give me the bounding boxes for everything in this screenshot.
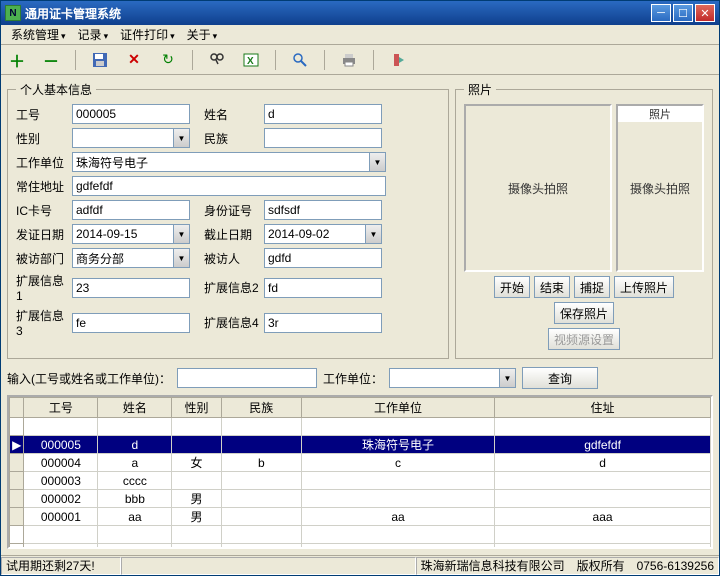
input-addr[interactable] — [72, 176, 386, 196]
label-sex: 性别 — [16, 130, 68, 147]
input-ext3[interactable] — [72, 313, 190, 333]
col-header[interactable]: 姓名 — [98, 398, 172, 418]
label-workunit: 工作单位 — [16, 154, 68, 171]
maximize-button[interactable]: ☐ — [673, 4, 693, 22]
label-name: 姓名 — [204, 106, 260, 123]
input-ext4[interactable] — [264, 313, 382, 333]
minimize-button[interactable]: ─ — [651, 4, 671, 22]
toolbar: ＋ － ✕ ↻ X — [1, 45, 719, 75]
cancel-icon[interactable]: ✕ — [124, 50, 144, 70]
input-idno[interactable] — [264, 200, 382, 220]
label-ext1: 扩展信息1 — [16, 272, 68, 303]
photo-preview: 摄像头拍照 — [464, 104, 612, 272]
table-row[interactable]: 000001aa男aaaaa — [10, 508, 711, 526]
menubar: 系统管理▾ 记录▾ 证件打印▾ 关于▾ — [1, 25, 719, 45]
form-fieldset: 个人基本信息 工号 姓名 性别 ▼ 民族 工作单位 ▼ — [7, 81, 449, 359]
menu-record[interactable]: 记录▾ — [72, 24, 115, 45]
btn-start[interactable]: 开始 — [494, 276, 530, 298]
label-ext2: 扩展信息2 — [204, 279, 260, 296]
col-header[interactable]: 住址 — [495, 398, 711, 418]
refresh-icon[interactable]: ↻ — [158, 50, 178, 70]
grid: 工号姓名性别民族工作单位住址▶000005d珠海符号电子gdfefdf00000… — [7, 395, 713, 549]
input-id[interactable] — [72, 104, 190, 124]
chevron-down-icon[interactable]: ▼ — [499, 368, 516, 388]
chevron-down-icon[interactable]: ▼ — [173, 248, 190, 268]
label-idno: 身份证号 — [204, 202, 260, 219]
label-id: 工号 — [16, 106, 68, 123]
input-ext1[interactable] — [72, 278, 190, 298]
delete-icon[interactable]: － — [41, 50, 61, 70]
label-dept: 被访部门 — [16, 250, 68, 267]
btn-upload[interactable]: 上传照片 — [614, 276, 674, 298]
search-icon[interactable] — [207, 50, 227, 70]
col-header[interactable]: 性别 — [172, 398, 221, 418]
table-row[interactable]: 000004a女bcd — [10, 454, 711, 472]
search-label: 输入(工号或姓名或工作单位)： — [7, 370, 171, 387]
search-unit-label: 工作单位： — [323, 370, 383, 387]
zoom-icon[interactable] — [290, 50, 310, 70]
label-iccard: IC卡号 — [16, 202, 68, 219]
search-input[interactable] — [177, 368, 317, 388]
status-trial: 试用期还剩27天! — [1, 557, 121, 575]
menu-system[interactable]: 系统管理▾ — [5, 24, 72, 45]
photo-legend: 照片 — [464, 81, 496, 98]
label-addr: 常住地址 — [16, 178, 68, 195]
btn-video-source: 视频源设置 — [548, 328, 620, 350]
btn-stop[interactable]: 结束 — [534, 276, 570, 298]
input-workunit[interactable] — [72, 152, 369, 172]
chevron-down-icon[interactable]: ▼ — [173, 128, 190, 148]
table-row[interactable]: 000003cccc — [10, 472, 711, 490]
print-icon[interactable] — [339, 50, 359, 70]
btn-capture[interactable]: 捕捉 — [574, 276, 610, 298]
col-header[interactable]: 工号 — [24, 398, 98, 418]
save-icon[interactable] — [90, 50, 110, 70]
col-header[interactable]: 工作单位 — [301, 398, 494, 418]
input-iccard[interactable] — [72, 200, 190, 220]
titlebar: N 通用证卡管理系统 ─ ☐ ✕ — [1, 1, 719, 25]
status-copyright: 珠海新瑞信息科技有限公司 版权所有 0756-6139256 — [416, 557, 719, 575]
search-button[interactable]: 查询 — [522, 367, 598, 389]
btn-save-photo[interactable]: 保存照片 — [554, 302, 614, 324]
close-button[interactable]: ✕ — [695, 4, 715, 22]
app-icon: N — [5, 5, 21, 21]
search-unit-input[interactable] — [389, 368, 499, 388]
photo-fieldset: 照片 摄像头拍照 照片 摄像头拍照 开始 结束 捕捉 上传照片 保存照片 视频 — [455, 81, 713, 359]
label-issuedate: 发证日期 — [16, 226, 68, 243]
table-row[interactable]: ▶000005d珠海符号电子gdfefdf — [10, 436, 711, 454]
menu-about[interactable]: 关于▾ — [181, 24, 224, 45]
chevron-down-icon[interactable]: ▼ — [173, 224, 190, 244]
chevron-down-icon[interactable]: ▼ — [369, 152, 386, 172]
label-nation: 民族 — [204, 130, 260, 147]
menu-print[interactable]: 证件打印▾ — [114, 24, 181, 45]
table-row[interactable]: 000002bbb男 — [10, 490, 711, 508]
input-person[interactable] — [264, 248, 382, 268]
exit-icon[interactable] — [388, 50, 408, 70]
svg-text:X: X — [247, 56, 254, 67]
chevron-down-icon[interactable]: ▼ — [365, 224, 382, 244]
input-nation[interactable] — [264, 128, 382, 148]
label-expdate: 截止日期 — [204, 226, 260, 243]
label-ext4: 扩展信息4 — [204, 314, 260, 331]
export-excel-icon[interactable]: X — [241, 50, 261, 70]
label-person: 被访人 — [204, 250, 260, 267]
input-ext2[interactable] — [264, 278, 382, 298]
input-name[interactable] — [264, 104, 382, 124]
input-dept[interactable] — [72, 248, 173, 268]
label-ext3: 扩展信息3 — [16, 307, 68, 338]
add-icon[interactable]: ＋ — [7, 50, 27, 70]
form-legend: 个人基本信息 — [16, 81, 96, 98]
input-issuedate[interactable] — [72, 224, 173, 244]
input-sex[interactable] — [72, 128, 173, 148]
col-header[interactable]: 民族 — [221, 398, 301, 418]
window-title: 通用证卡管理系统 — [25, 5, 651, 22]
input-expdate[interactable] — [264, 224, 365, 244]
statusbar: 试用期还剩27天! 珠海新瑞信息科技有限公司 版权所有 0756-6139256 — [1, 555, 719, 575]
photo-thumb: 照片 摄像头拍照 — [616, 104, 704, 272]
